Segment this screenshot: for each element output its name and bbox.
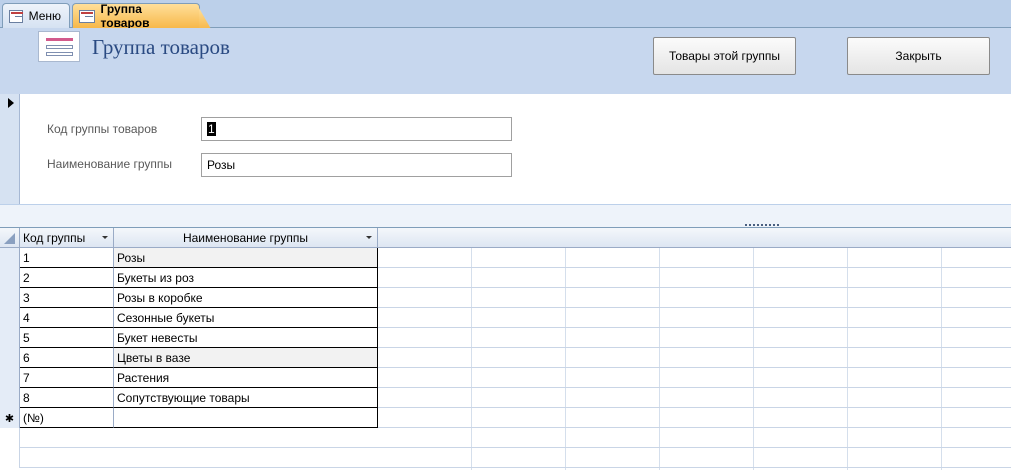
cell-code[interactable]: 3 — [20, 288, 114, 308]
empty-row — [0, 448, 1011, 468]
cell-name[interactable]: Цветы в вазе — [114, 348, 378, 368]
row-selector[interactable] — [0, 308, 20, 328]
column-header-code[interactable]: Код группы — [20, 228, 114, 248]
form-logo-icon — [38, 31, 80, 62]
row-selector[interactable] — [0, 348, 20, 368]
cell-code[interactable]: 4 — [20, 308, 114, 328]
form-header: Группа товаров Товары этой группы Закрыт… — [0, 28, 1011, 94]
cell-name[interactable]: Розы — [114, 248, 378, 268]
row-selector[interactable] — [0, 328, 20, 348]
table-row[interactable]: 1 Розы — [0, 248, 1011, 268]
group-code-value: 1 — [207, 122, 216, 136]
table-row[interactable]: 7 Растения — [0, 368, 1011, 388]
row-selector[interactable] — [0, 248, 20, 268]
row-selector — [0, 448, 20, 468]
cell-name[interactable]: Букет невесты — [114, 328, 378, 348]
cell-name[interactable]: Букеты из роз — [114, 268, 378, 288]
group-products-button[interactable]: Товары этой группы — [653, 37, 796, 75]
document-tab-strip: Меню Группа товаров — [0, 0, 1011, 30]
table-row[interactable]: 3 Розы в коробке — [0, 288, 1011, 308]
row-selector[interactable] — [0, 388, 20, 408]
cell-name[interactable]: Растения — [114, 368, 378, 388]
empty-row — [0, 428, 1011, 448]
new-record-icon[interactable]: ✱ — [0, 408, 20, 428]
datasheet-rows: 1 Розы 2 Букеты из роз 3 Розы в коробке … — [0, 248, 1011, 468]
column-header-code-label: Код группы — [23, 231, 86, 245]
cell-code[interactable]: 1 — [20, 248, 114, 268]
cell-code-new[interactable]: (№) — [20, 408, 114, 428]
cell-code[interactable]: 2 — [20, 268, 114, 288]
cell-name[interactable]: Розы в коробке — [114, 288, 378, 308]
datasheet: Код группы Наименование группы 1 Розы 2 … — [0, 228, 1011, 470]
cell-name[interactable]: Сезонные букеты — [114, 308, 378, 328]
row-selector[interactable] — [0, 268, 20, 288]
cell-code[interactable]: 7 — [20, 368, 114, 388]
table-row[interactable]: 2 Букеты из роз — [0, 268, 1011, 288]
new-record-row[interactable]: ✱ (№) — [0, 408, 1011, 428]
table-row[interactable]: 8 Сопутствующие товары — [0, 388, 1011, 408]
column-header-name-label: Наименование группы — [182, 231, 309, 245]
form-icon — [79, 9, 95, 23]
cell-name[interactable]: Сопутствующие товары — [114, 388, 378, 408]
row-selector[interactable] — [0, 288, 20, 308]
select-all-button[interactable] — [0, 228, 20, 248]
tab-product-group-label: Группа товаров — [100, 2, 150, 30]
group-code-label: Код группы товаров — [47, 122, 158, 136]
record-selector[interactable] — [0, 94, 20, 204]
splitter-grip-icon[interactable] — [745, 224, 779, 226]
row-selector — [0, 428, 20, 448]
datasheet-header: Код группы Наименование группы — [0, 228, 1011, 248]
page-title: Группа товаров — [92, 35, 230, 59]
tab-menu-label: Меню — [28, 9, 61, 23]
chevron-down-icon[interactable] — [102, 236, 108, 239]
group-name-field[interactable]: Розы — [201, 153, 512, 177]
cell-code[interactable]: 6 — [20, 348, 114, 368]
split-divider[interactable] — [0, 204, 1011, 228]
tab-menu[interactable]: Меню — [2, 3, 70, 28]
cell-name-new[interactable] — [114, 408, 378, 428]
form-icon — [9, 9, 23, 23]
row-selector[interactable] — [0, 368, 20, 388]
close-button[interactable]: Закрыть — [847, 37, 990, 75]
group-name-value: Розы — [207, 158, 236, 172]
group-code-field[interactable]: 1 — [201, 117, 512, 141]
form-detail: Код группы товаров 1 Наименование группы… — [0, 94, 1011, 204]
table-row[interactable]: 6 Цветы в вазе — [0, 348, 1011, 368]
column-header-name[interactable]: Наименование группы — [114, 228, 378, 248]
chevron-down-icon[interactable] — [366, 236, 372, 239]
table-row[interactable]: 4 Сезонные букеты — [0, 308, 1011, 328]
table-row[interactable]: 5 Букет невесты — [0, 328, 1011, 348]
group-name-label: Наименование группы — [47, 157, 173, 171]
current-record-arrow-icon — [8, 98, 14, 108]
cell-code[interactable]: 5 — [20, 328, 114, 348]
tab-product-group[interactable]: Группа товаров — [72, 2, 200, 30]
cell-code[interactable]: 8 — [20, 388, 114, 408]
